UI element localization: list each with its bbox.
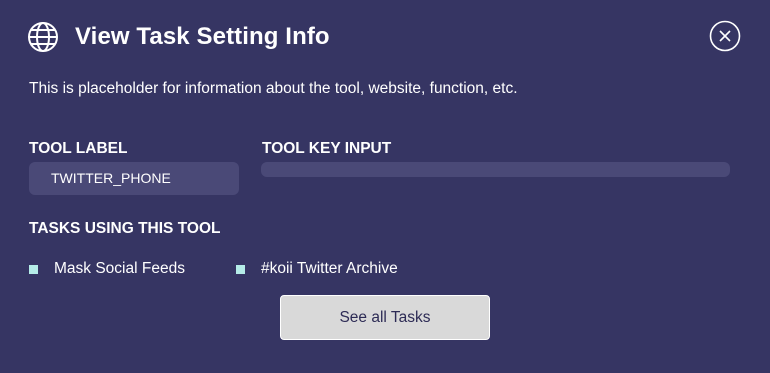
tool-label-heading: TOOL LABEL <box>29 140 128 157</box>
task-item[interactable]: #koii Twitter Archive <box>236 259 398 279</box>
globe-icon <box>28 22 58 52</box>
modal-title: View Task Setting Info <box>75 23 330 50</box>
task-item-label: Mask Social Feeds <box>54 260 185 277</box>
tasks-heading: TASKS USING THIS TOOL <box>29 220 221 237</box>
tool-label-value: TWITTER_PHONE <box>29 162 239 195</box>
close-icon[interactable] <box>709 20 741 52</box>
see-all-tasks-button[interactable]: See all Tasks <box>280 295 490 340</box>
task-setting-info-modal: View Task Setting Info This is placehold… <box>0 0 770 373</box>
tool-key-input-heading: TOOL KEY INPUT <box>262 140 392 157</box>
bullet-square-icon <box>29 264 38 274</box>
bullet-square-icon <box>236 264 245 274</box>
task-item-label: #koii Twitter Archive <box>261 260 398 277</box>
task-item[interactable]: Mask Social Feeds <box>29 259 185 279</box>
description-text: This is placeholder for information abou… <box>29 80 518 97</box>
tool-key-input-field[interactable] <box>261 162 730 177</box>
